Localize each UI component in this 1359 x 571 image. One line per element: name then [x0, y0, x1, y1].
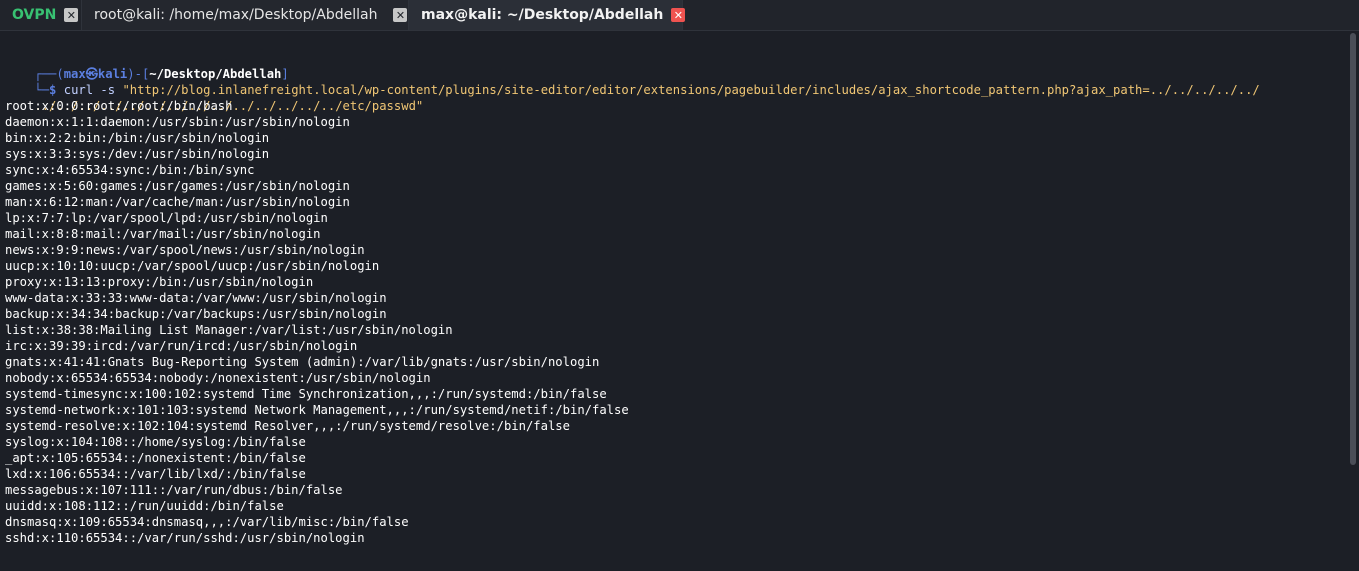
output-line: uuidd:x:108:112::/run/uuidd:/bin/false: [5, 499, 284, 513]
tab-max-terminal-active[interactable]: max@kali: ~/Desktop/Abdellah ✕: [409, 0, 686, 30]
output-line: bin:x:2:2:bin:/bin:/usr/sbin/nologin: [5, 131, 270, 145]
tab-bar-empty-area: [683, 0, 1359, 30]
output-line: gnats:x:41:41:Gnats Bug-Reporting System…: [5, 355, 600, 369]
tab-bar: OVPN ✕ root@kali: /home/max/Desktop/Abde…: [0, 0, 1359, 31]
output-line: uucp:x:10:10:uucp:/var/spool/uucp:/usr/s…: [5, 259, 380, 273]
output-line: games:x:5:60:games:/usr/games:/usr/sbin/…: [5, 179, 350, 193]
output-line: syslog:x:104:108::/home/syslog:/bin/fals…: [5, 435, 306, 449]
output-line: sshd:x:110:65534::/var/run/sshd:/usr/sbi…: [5, 531, 365, 545]
output-line: systemd-network:x:101:103:systemd Networ…: [5, 403, 629, 417]
output-line: irc:x:39:39:ircd:/var/run/ircd:/usr/sbin…: [5, 339, 358, 353]
output-line: news:x:9:9:news:/var/spool/news:/usr/sbi…: [5, 243, 365, 257]
output-line: sys:x:3:3:sys:/dev:/usr/sbin/nologin: [5, 147, 270, 161]
tab-root-terminal[interactable]: root@kali: /home/max/Desktop/Abdellah ✕: [82, 0, 409, 30]
tab-label: root@kali: /home/max/Desktop/Abdellah: [94, 7, 378, 23]
terminal-scrollbar[interactable]: [1347, 31, 1359, 571]
output-line: list:x:38:38:Mailing List Manager:/var/l…: [5, 323, 453, 337]
output-line: systemd-timesync:x:100:102:systemd Time …: [5, 387, 607, 401]
output-line: lxd:x:106:65534::/var/lib/lxd/:/bin/fals…: [5, 467, 306, 481]
output-line: daemon:x:1:1:daemon:/usr/sbin:/usr/sbin/…: [5, 115, 350, 129]
output-line: root:x:0:0:root:/root:/bin/bash: [5, 99, 233, 113]
tab-ovpn[interactable]: OVPN ✕: [0, 0, 82, 30]
output-line: nobody:x:65534:65534:nobody:/nonexistent…: [5, 371, 431, 385]
tab-label: OVPN: [12, 7, 57, 23]
output-line: mail:x:8:8:mail:/var/mail:/usr/sbin/nolo…: [5, 227, 321, 241]
output-line: backup:x:34:34:backup:/var/backups:/usr/…: [5, 307, 387, 321]
output-line: www-data:x:33:33:www-data:/var/www:/usr/…: [5, 291, 387, 305]
output-line: systemd-resolve:x:102:104:systemd Resolv…: [5, 419, 570, 433]
output-line: sync:x:4:65534:sync:/bin:/bin/sync: [5, 163, 255, 177]
close-icon[interactable]: ✕: [393, 8, 408, 22]
output-line: lp:x:7:7:lp:/var/spool/lpd:/usr/sbin/nol…: [5, 211, 328, 225]
output-line: dnsmasq:x:109:65534:dnsmasq,,,:/var/lib/…: [5, 515, 409, 529]
output-line: proxy:x:13:13:proxy:/bin:/usr/sbin/nolog…: [5, 275, 314, 289]
output-line: _apt:x:105:65534::/nonexistent:/bin/fals…: [5, 451, 306, 465]
scrollbar-thumb[interactable]: [1350, 33, 1356, 465]
close-icon[interactable]: ✕: [64, 8, 79, 22]
tab-label: max@kali: ~/Desktop/Abdellah: [421, 7, 664, 23]
output-line: man:x:6:12:man:/var/cache/man:/usr/sbin/…: [5, 195, 350, 209]
output-line: messagebus:x:107:111::/var/run/dbus:/bin…: [5, 483, 343, 497]
terminal-output[interactable]: ┌──(max㉿kali)-[~/Desktop/Abdellah] └─$ c…: [0, 31, 1347, 571]
